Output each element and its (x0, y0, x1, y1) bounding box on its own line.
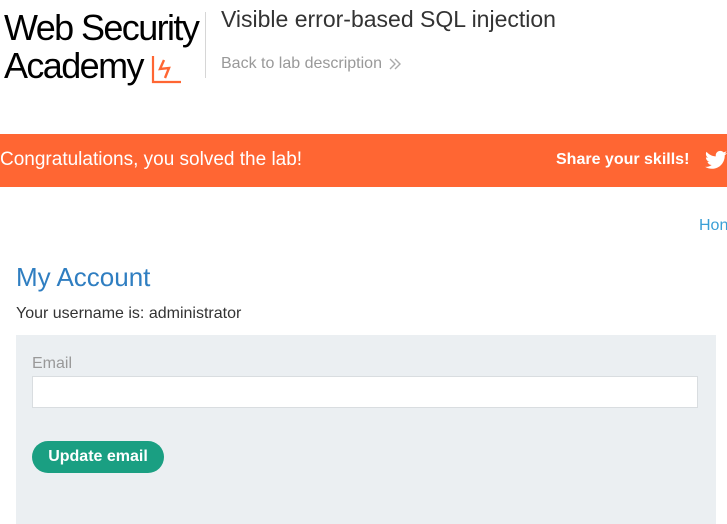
share-skills-label[interactable]: Share your skills! (556, 151, 689, 169)
lab-solved-banner: Congratulations, you solved the lab! Sha… (0, 134, 727, 187)
username-prefix: Your username is: (16, 305, 149, 322)
page-title: My Account (16, 262, 151, 292)
email-input[interactable] (32, 376, 698, 408)
logo-text-line2: Academy (4, 45, 144, 86)
double-chevron-right-icon (389, 58, 401, 70)
header-divider (205, 12, 206, 78)
username-line: Your username is: administrator (16, 305, 241, 323)
logo-text-line1: Web Security (4, 7, 200, 48)
back-to-lab-description-link[interactable]: Back to lab description (221, 55, 402, 73)
congratulations-message: Congratulations, you solved the lab! (0, 149, 303, 170)
change-email-form: Email Update email (16, 335, 716, 524)
email-label: Email (32, 355, 73, 372)
back-link-label: Back to lab description (221, 55, 382, 72)
twitter-icon[interactable] (705, 150, 727, 170)
username-value: administrator (148, 305, 242, 322)
web-security-academy-logo[interactable]: Web Security Academy (4, 8, 204, 86)
update-email-button[interactable]: Update email (32, 441, 164, 473)
lab-flask-icon (151, 56, 181, 84)
home-link[interactable]: Hon (699, 217, 727, 235)
lab-title: Visible error-based SQL injection (221, 6, 556, 32)
